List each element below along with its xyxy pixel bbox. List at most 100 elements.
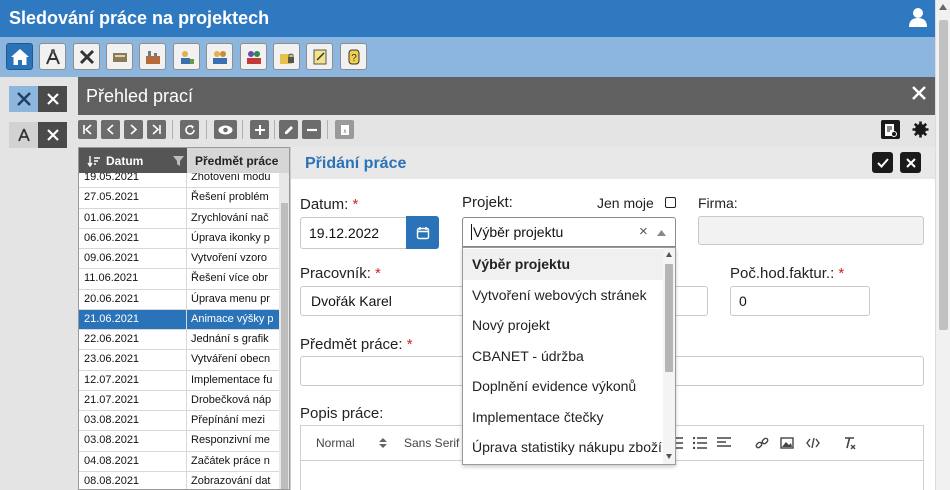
cell-date: 22.06.2021	[79, 330, 187, 350]
table-row[interactable]: 23.06.2021 Vytváření obecn	[79, 350, 279, 371]
cell-subject: Vytváření obecn	[191, 353, 271, 366]
filter-icon[interactable]	[173, 156, 184, 166]
cell-subject: Drobečková náp	[191, 393, 272, 406]
table-row[interactable]: 20.06.2021 Úprava menu pr	[79, 289, 279, 310]
table-row[interactable]: 08.08.2021 Zobrazování dat	[79, 471, 279, 489]
column-header-subject[interactable]: Předmět práce	[187, 148, 289, 173]
page-scrollbar[interactable]	[935, 0, 950, 490]
compass-icon[interactable]	[39, 43, 66, 70]
table-row[interactable]: 04.08.2021 Začátek práce n	[79, 451, 279, 472]
user-icon[interactable]	[907, 6, 929, 28]
dropdown-option[interactable]: Nový projekt	[463, 310, 663, 341]
table-row[interactable]: 03.08.2021 Přepínání mezi	[79, 411, 279, 432]
dropdown-option[interactable]: Implementace čtečky	[463, 402, 663, 433]
table-row[interactable]: 22.06.2021 Jednání s grafik	[79, 330, 279, 351]
dropdown-option[interactable]: CBANET - údržba	[463, 341, 663, 372]
clear-icon[interactable]: ×	[639, 223, 648, 240]
column-header-label: Datum	[106, 153, 144, 168]
factory-icon[interactable]	[139, 43, 166, 70]
format-dropdown[interactable]: Normal	[316, 436, 355, 450]
close-icon[interactable]	[38, 122, 67, 148]
report-icon[interactable]	[881, 120, 900, 139]
open-tab-projects[interactable]	[9, 122, 68, 148]
column-header-date[interactable]: Datum	[79, 148, 187, 173]
cell-date: 04.08.2021	[79, 451, 187, 471]
team-icon[interactable]	[240, 43, 267, 70]
next-record-icon[interactable]	[124, 120, 143, 139]
cell-subject: Řešení problém	[191, 191, 269, 204]
last-record-icon[interactable]	[147, 120, 166, 139]
image-icon[interactable]	[780, 437, 794, 449]
hours-field[interactable]: 0	[730, 286, 870, 316]
team-icon[interactable]	[206, 43, 233, 70]
tools-icon[interactable]	[9, 86, 38, 112]
worker-icon[interactable]	[173, 43, 200, 70]
table-row[interactable]: 21.07.2021 Drobečková náp	[79, 390, 279, 411]
cell-date: 12.07.2021	[79, 370, 187, 390]
cell-date: 20.06.2021	[79, 289, 187, 309]
cell-subject: Implementace fu	[191, 373, 273, 386]
close-icon[interactable]	[38, 86, 67, 112]
date-field[interactable]: 19.12.2022	[300, 217, 407, 249]
dropdown-scroll-thumb[interactable]	[665, 264, 673, 372]
dropdown-option[interactable]: Vytvoření webových stránek	[463, 280, 663, 311]
scroll-down-icon[interactable]	[666, 454, 672, 459]
view-icon[interactable]	[214, 120, 237, 139]
link-icon[interactable]	[755, 436, 769, 450]
open-tab-works[interactable]	[9, 86, 68, 112]
prev-record-icon[interactable]	[101, 120, 120, 139]
font-dropdown[interactable]: Sans Serif	[404, 436, 459, 450]
scroll-up-icon[interactable]	[666, 252, 672, 257]
code-icon[interactable]	[806, 437, 820, 449]
caret-up-icon[interactable]	[657, 230, 666, 236]
compass-icon[interactable]	[9, 122, 38, 148]
dropdown-scrollbar[interactable]	[663, 248, 675, 464]
table-row[interactable]: 11.06.2021 Řešení více obr	[79, 269, 279, 290]
edit-icon[interactable]	[279, 120, 298, 139]
table-row[interactable]: 12.07.2021 Implementace fu	[79, 370, 279, 391]
table-row[interactable]: 06.06.2021 Úprava ikonky p	[79, 228, 279, 249]
cell-subject: Animace výšky p	[191, 312, 274, 325]
export-icon[interactable]: x	[335, 120, 354, 139]
cell-date: 08.08.2021	[79, 471, 187, 489]
bullet-list-icon[interactable]	[693, 437, 707, 449]
delete-icon[interactable]	[302, 120, 321, 139]
sort-desc-icon[interactable]	[87, 155, 101, 167]
only-mine-checkbox[interactable]	[665, 197, 676, 208]
server-icon[interactable]	[106, 43, 133, 70]
note-icon[interactable]	[306, 43, 333, 70]
project-select[interactable]: Výběr projektu ×	[462, 217, 676, 247]
table-row[interactable]: 09.06.2021 Vytvoření vzoro	[79, 249, 279, 270]
refresh-icon[interactable]	[180, 120, 199, 139]
first-record-icon[interactable]	[78, 120, 97, 139]
firm-field[interactable]	[698, 216, 924, 245]
clear-format-icon[interactable]	[843, 436, 857, 450]
calendar-button[interactable]	[406, 216, 439, 249]
close-icon[interactable]	[911, 85, 927, 101]
dropdown-option[interactable]: Doplnění evidence výkonů	[463, 371, 663, 402]
tools-icon[interactable]	[73, 43, 100, 70]
dropdown-option[interactable]: Výběr projektu	[463, 249, 663, 280]
project-select-value: Výběr projektu	[473, 224, 564, 240]
lock-folder-icon[interactable]	[273, 43, 300, 70]
align-left-icon[interactable]	[717, 437, 731, 449]
scroll-up-icon[interactable]	[939, 4, 947, 10]
table-row[interactable]: 19.05.2021 Zhotovení modu	[79, 173, 279, 189]
home-icon[interactable]	[6, 43, 33, 70]
page-scroll-thumb[interactable]	[939, 20, 948, 330]
grid-scroll-thumb[interactable]	[281, 203, 288, 489]
table-row[interactable]: 27.05.2021 Řešení problém	[79, 188, 279, 209]
dropdown-option[interactable]: Úprava statistiky nákupu zboží	[463, 432, 663, 463]
gear-icon[interactable]	[911, 120, 930, 139]
grid-scrollbar[interactable]	[279, 173, 289, 489]
table-row[interactable]: 03.08.2021 Responzivní me	[79, 431, 279, 452]
hours-label: Poč.hod.faktur.: *	[730, 265, 845, 282]
cancel-button[interactable]	[900, 152, 921, 173]
confirm-button[interactable]	[872, 152, 893, 173]
add-icon[interactable]	[250, 120, 269, 139]
key-icon[interactable]: ?	[340, 43, 367, 70]
table-row[interactable]: 21.06.2021 Animace výšky p	[79, 309, 279, 330]
grid-body: 19.05.2021 Zhotovení modu 27.05.2021 Řešení…	[79, 173, 279, 489]
description-label: Popis práce:	[300, 405, 384, 422]
table-row[interactable]: 01.06.2021 Zrychlování nač	[79, 208, 279, 229]
